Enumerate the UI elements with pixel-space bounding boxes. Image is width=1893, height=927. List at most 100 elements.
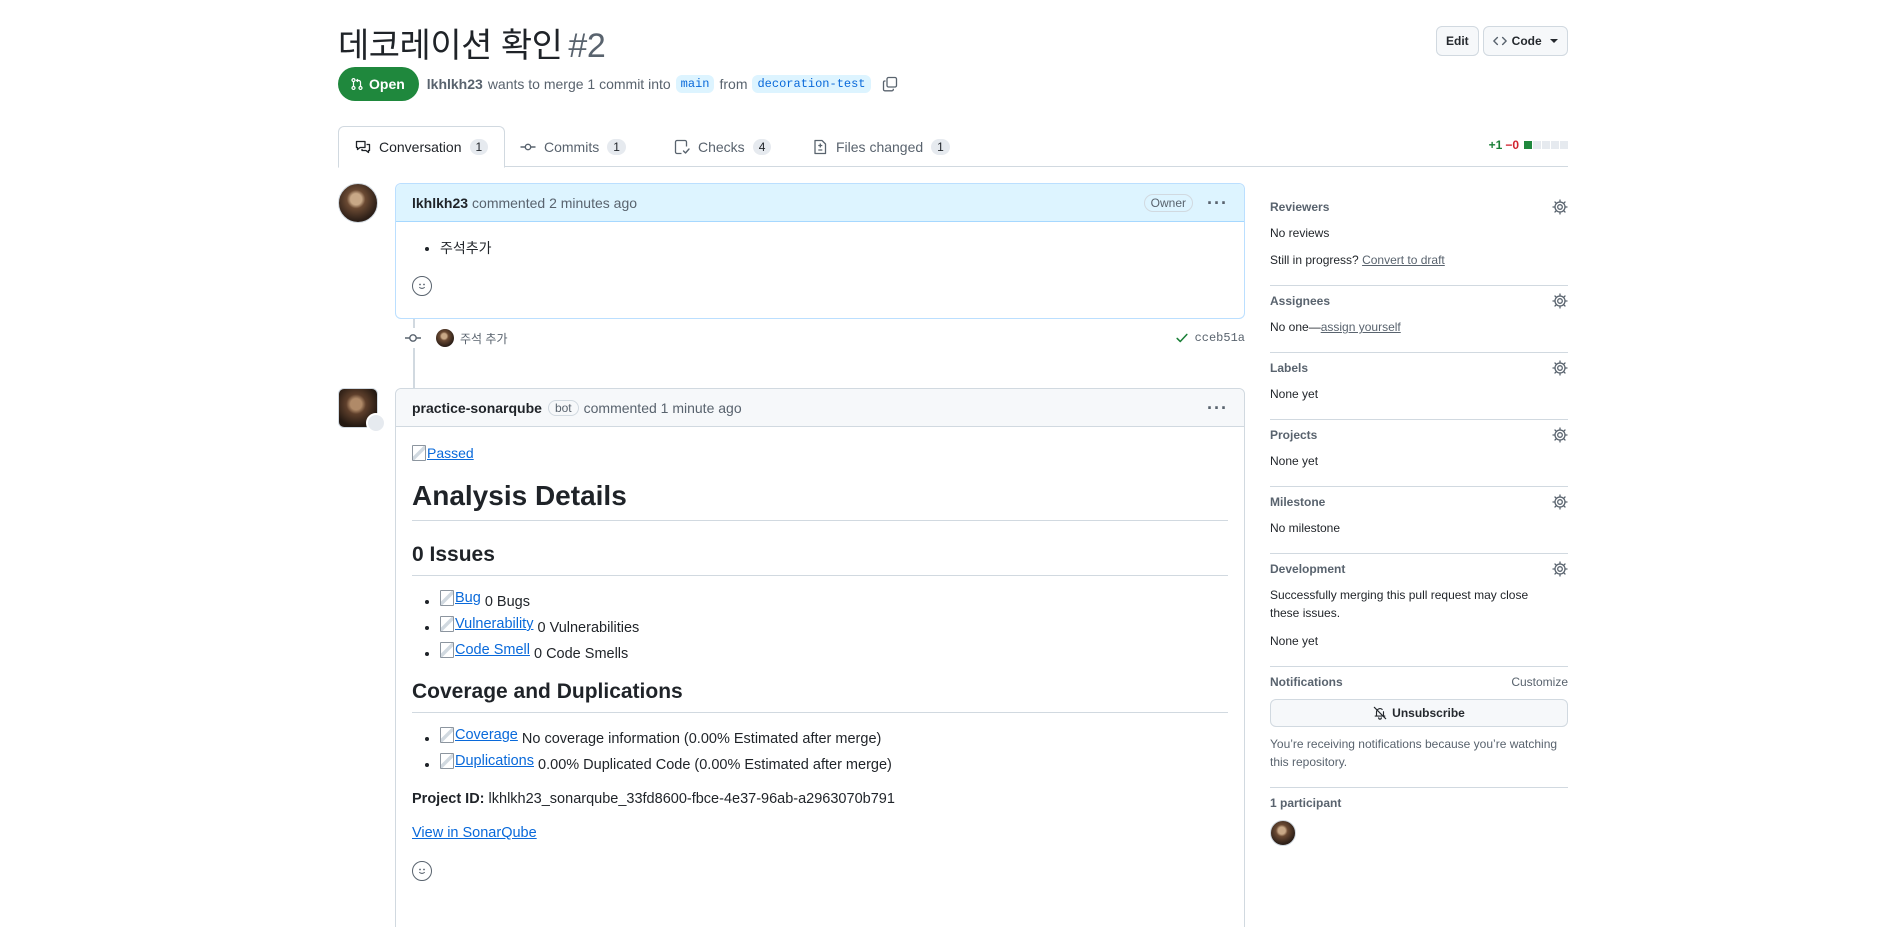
edit-button[interactable]: Edit [1436, 26, 1479, 56]
list-item: Coverage No coverage information (0.00% … [440, 727, 1228, 747]
notifications-desc: You’re receiving notifications because y… [1270, 737, 1558, 769]
diffstat-block [1560, 141, 1568, 149]
comment-header: practice-sonarqube bot commented 1 minut… [396, 389, 1244, 427]
tab-counter: 4 [752, 138, 772, 155]
labels-value: None yet [1270, 387, 1319, 401]
commit-row: 주석 추가 cceb51a [403, 328, 1245, 348]
sidebar-title[interactable]: Milestone [1270, 495, 1568, 509]
code-button-label: Code [1511, 34, 1542, 48]
sidebar-title: Notifications Customize [1270, 675, 1568, 689]
tab-label: Files changed [836, 138, 924, 155]
commit-message[interactable]: 주석 추가 [460, 330, 508, 347]
git-pull-request-icon [351, 77, 363, 91]
tab-conversation[interactable]: Conversation 1 [338, 126, 506, 168]
tab-files-changed[interactable]: Files changed 1 [796, 126, 966, 167]
bell-slash-icon [1373, 706, 1387, 720]
commit-sha[interactable]: cceb51a [1175, 331, 1245, 345]
vulnerability-image-link[interactable]: Vulnerability [440, 616, 533, 632]
passed-image-link[interactable]: Passed [412, 445, 474, 461]
pr-number: #2 [568, 27, 606, 65]
sidebar-title[interactable]: Labels [1270, 361, 1568, 375]
tab-counter: 1 [469, 139, 489, 155]
sidebar-title[interactable]: Projects [1270, 428, 1568, 442]
list-item: Vulnerability 0 Vulnerabilities [440, 616, 1228, 636]
gear-icon[interactable] [1552, 494, 1568, 510]
view-in-sonarqube-link[interactable]: View in SonarQube [412, 825, 537, 841]
code-button[interactable]: Code [1482, 26, 1568, 56]
coverage-image-link[interactable]: Coverage [440, 727, 518, 743]
development-value: None yet [1270, 634, 1319, 648]
comment-meta[interactable]: commented 1 minute ago [584, 400, 742, 416]
comment-author[interactable]: lkhlkh23 [412, 195, 468, 211]
convert-to-draft-link[interactable]: Convert to draft [1362, 253, 1445, 267]
pr-title-text: 데코레이션 확인 [338, 27, 563, 65]
owner-badge: Owner [1143, 193, 1194, 212]
gear-icon[interactable] [1552, 561, 1568, 577]
tab-counter: 1 [607, 138, 626, 155]
comment-author[interactable]: practice-sonarqube [412, 400, 542, 416]
code-icon [1492, 36, 1507, 46]
smiley-icon[interactable] [412, 276, 432, 296]
check-icon [1175, 333, 1188, 343]
heading-issues: 0 Issues [412, 543, 1228, 576]
head-branch[interactable]: decoration-test [752, 75, 871, 93]
project-id-label: Project ID: [412, 791, 485, 807]
unsubscribe-button[interactable]: Unsubscribe [1270, 699, 1568, 727]
issues-list: Bug 0 Bugs Vulnerability 0 Vulnerabiliti… [412, 590, 1228, 662]
list-item: Code Smell 0 Code Smells [440, 642, 1228, 662]
sidebar: Reviewers No reviews Still in progress? … [1270, 192, 1568, 862]
assignees-value: No one—assign yourself [1270, 318, 1568, 336]
merge-text: wants to merge 1 commit into [487, 76, 671, 92]
comment-meta[interactable]: commented 2 minutes ago [472, 195, 637, 211]
author-link[interactable]: lkhlkh23 [427, 76, 483, 92]
code-smell-image-link[interactable]: Code Smell [440, 642, 530, 658]
avatar[interactable] [436, 329, 454, 347]
smiley-icon[interactable] [412, 861, 432, 881]
notifications-title: Notifications [1270, 675, 1343, 689]
gear-icon[interactable] [1552, 360, 1568, 376]
from-text: from [719, 76, 748, 92]
sidebar-title[interactable]: Reviewers [1270, 200, 1568, 214]
list-item: Duplications 0.00% Duplicated Code (0.00… [440, 753, 1228, 773]
gear-icon[interactable] [1552, 199, 1568, 215]
duplications-image-link[interactable]: Duplications [440, 753, 534, 769]
bug-image-link[interactable]: Bug [440, 590, 481, 606]
diffstat-block [1533, 141, 1541, 149]
comment-list: 주석추가 [412, 238, 1228, 258]
issue-text: 0 Code Smells [533, 646, 629, 662]
gear-icon[interactable] [1552, 293, 1568, 309]
tab-commits[interactable]: Commits 1 [504, 126, 642, 167]
checklist-icon [674, 139, 690, 154]
sidebar-reviewers: Reviewers No reviews Still in progress? … [1270, 192, 1568, 286]
tab-counter: 1 [931, 138, 950, 155]
list-item: Bug 0 Bugs [440, 590, 1228, 610]
gear-icon[interactable] [1552, 427, 1568, 443]
base-branch[interactable]: main [675, 75, 715, 93]
sidebar-labels: Labels None yet [1270, 353, 1568, 420]
tab-checks[interactable]: Checks 4 [658, 126, 787, 167]
file-diff-icon [814, 139, 827, 154]
diffstat-block [1542, 141, 1550, 149]
sidebar-projects: Projects None yet [1270, 420, 1568, 487]
kebab-horizontal-icon[interactable]: ··· [1207, 399, 1228, 417]
sidebar-title[interactable]: Development [1270, 562, 1568, 576]
bot-mini-avatar [366, 413, 386, 433]
copy-icon[interactable] [882, 76, 898, 92]
unsubscribe-label: Unsubscribe [1392, 706, 1465, 720]
coverage-text: No coverage information (0.00% Estimated… [521, 731, 882, 747]
heading-analysis: Analysis Details [412, 480, 1228, 521]
status-label: Open [369, 76, 405, 92]
assign-yourself-link[interactable]: assign yourself [1321, 320, 1401, 334]
diffstat-blocks [1524, 141, 1568, 149]
comment-box: lkhlkh23 commented 2 minutes ago Owner ·… [395, 183, 1245, 319]
sidebar-title[interactable]: Assignees [1270, 294, 1568, 308]
tab-label: Commits [544, 138, 600, 155]
comment-header: lkhlkh23 commented 2 minutes ago Owner ·… [396, 184, 1244, 222]
diffstat-block [1524, 141, 1532, 149]
customize-link[interactable]: Customize [1511, 675, 1568, 689]
git-commit-icon [403, 328, 423, 348]
avatar[interactable] [338, 183, 378, 223]
sidebar-assignees: Assignees No one—assign yourself [1270, 286, 1568, 353]
kebab-horizontal-icon[interactable]: ··· [1207, 194, 1228, 212]
participant-avatar[interactable] [1270, 820, 1296, 846]
